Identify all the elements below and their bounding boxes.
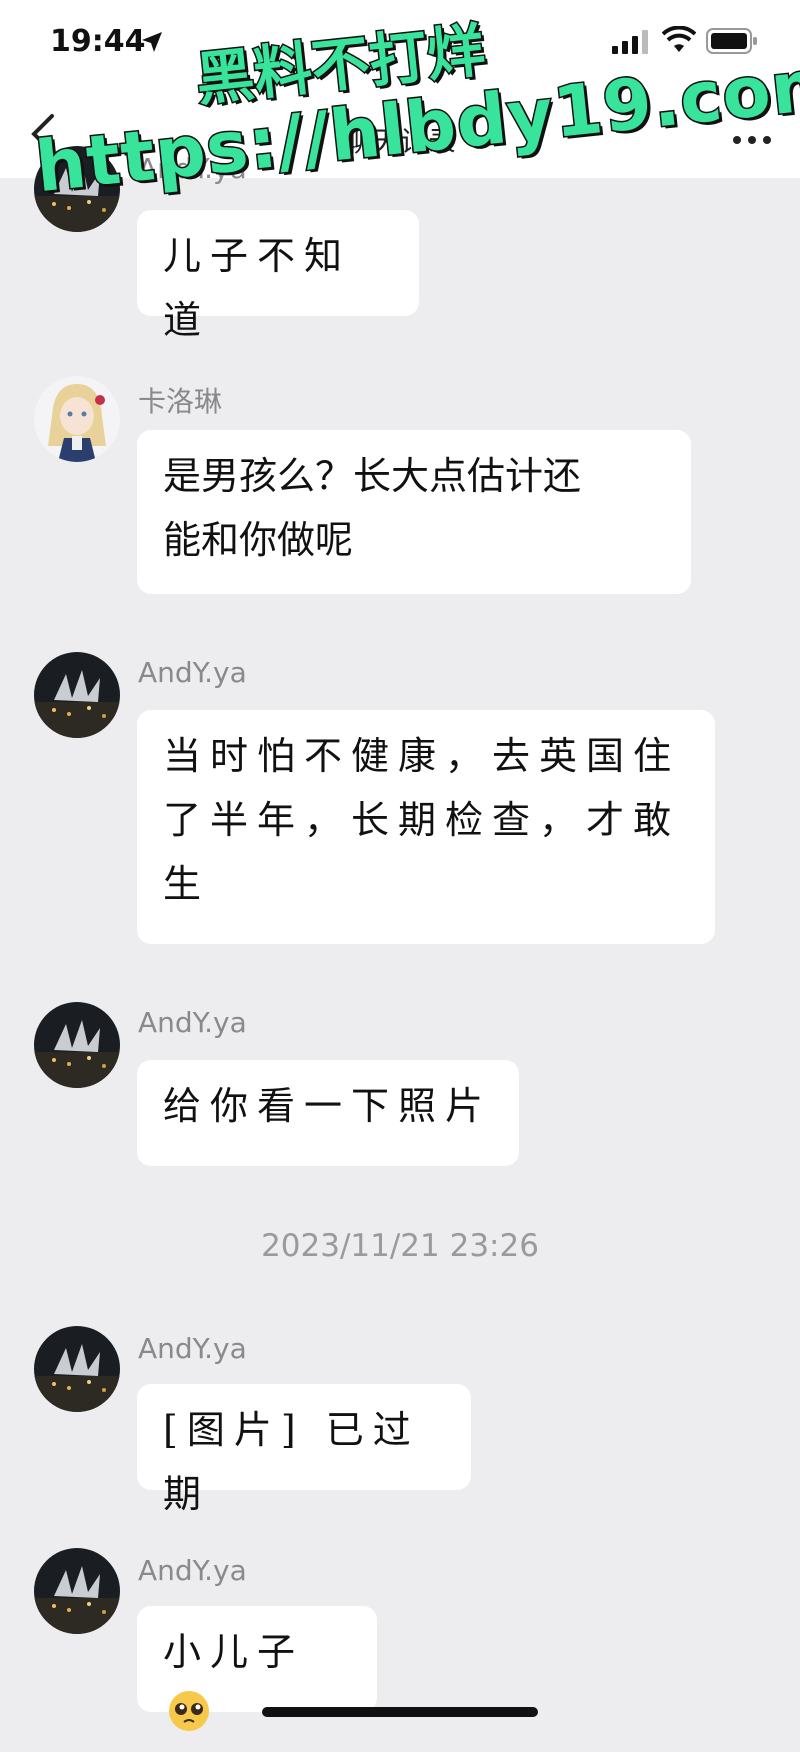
chat-timestamp: 2023/11/21 23:26 <box>261 1228 539 1264</box>
sender-name: 卡洛琳 <box>138 385 223 418</box>
sender-name: AndY.ya <box>138 1332 247 1365</box>
message-bubble[interactable]: 当时怕不健康，去英国住 了半年，长期检查，才敢 生 <box>137 710 715 944</box>
message-text: 给你看一下照片 <box>163 1084 493 1128</box>
sender-name: AndY.ya <box>138 1006 247 1039</box>
message-text-line: 了半年，长期检查，才敢 <box>163 798 681 842</box>
message-text-line: 能和你做呢 <box>163 518 354 562</box>
message-bubble[interactable]: 是男孩么？长大点估计还 能和你做呢 <box>137 430 691 594</box>
message-bubble[interactable]: 儿子不知道 <box>137 210 419 342</box>
home-indicator <box>262 1707 538 1717</box>
message-bubble[interactable]: [图片] 已过期 <box>137 1384 471 1516</box>
avatar[interactable] <box>34 1002 120 1088</box>
pleading-face-emoji-icon <box>167 1688 211 1752</box>
message-text: 小儿子 <box>163 1630 305 1674</box>
avatar[interactable] <box>34 376 120 462</box>
message-text-line: 是男孩么？长大点估计还 <box>163 454 582 498</box>
message-text: [图片] 已过期 <box>163 1408 420 1516</box>
wifi-icon <box>661 25 697 58</box>
cellular-signal-icon <box>612 30 652 58</box>
status-time: 19:44 <box>50 24 146 59</box>
message-text-line: 生 <box>163 862 211 906</box>
message-bubble[interactable]: 小儿子 <box>137 1606 377 1731</box>
avatar[interactable] <box>34 1326 120 1412</box>
message-text-line: 当时怕不健康，去英国住 <box>163 734 681 778</box>
avatar[interactable] <box>34 1548 120 1634</box>
sender-name: AndY.ya <box>138 656 247 689</box>
sender-name: AndY.ya <box>138 1554 247 1587</box>
message-bubble[interactable]: 给你看一下照片 <box>137 1060 519 1166</box>
message-text: 儿子不知道 <box>163 234 352 342</box>
location-arrow-icon <box>140 30 164 58</box>
avatar[interactable] <box>34 652 120 738</box>
